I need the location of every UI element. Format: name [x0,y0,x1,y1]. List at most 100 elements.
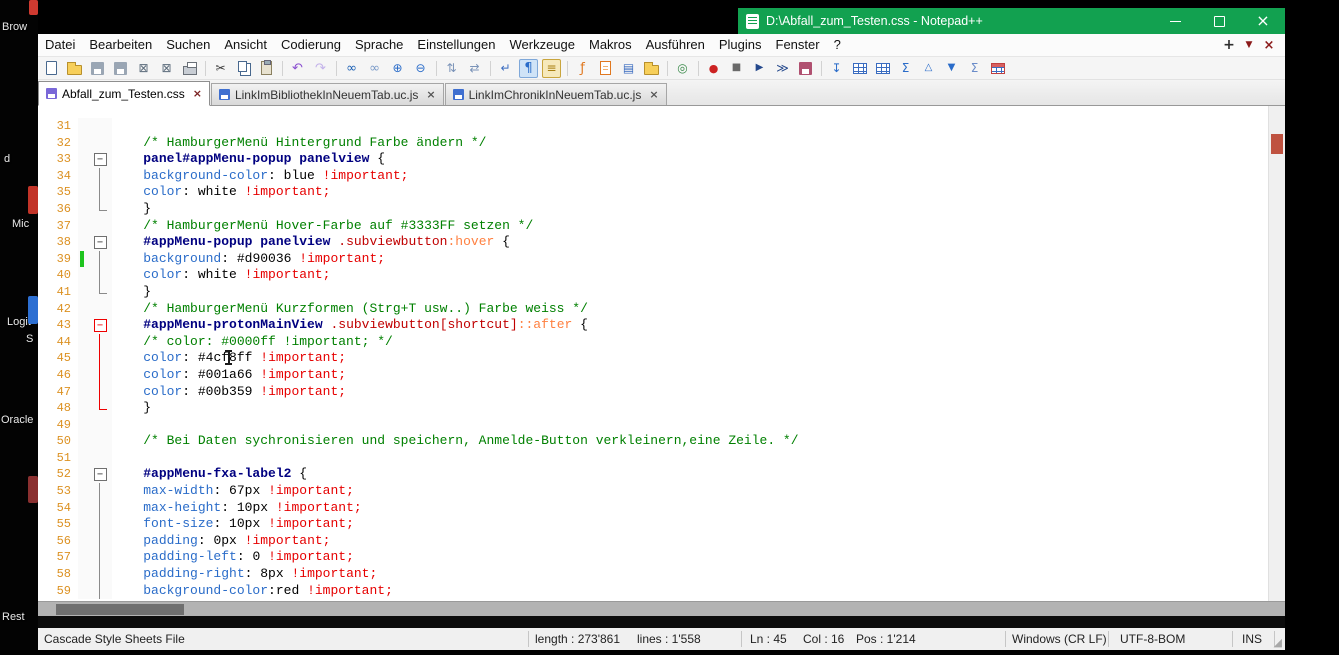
save-icon[interactable] [88,59,107,78]
menu-item-bearbeiten[interactable]: Bearbeiten [82,34,159,56]
change-marker-margin [78,184,88,201]
fold-toggle-icon[interactable]: − [94,153,107,166]
menu-bar: DateiBearbeitenSuchenAnsichtCodierungSpr… [38,34,1285,57]
toolbar-separator [698,61,699,76]
menu-item-ausfhren[interactable]: Ausführen [639,34,712,56]
plugin-table-lines-icon[interactable] [873,59,892,78]
fold-toggle-icon[interactable]: − [94,319,107,332]
replace-icon[interactable]: ∞ [365,59,384,78]
print-icon[interactable] [180,59,199,78]
line-number: 53 [38,483,78,500]
plugin-grid-red-icon[interactable] [988,59,1007,78]
editor[interactable]: 3132 /* HamburgerMenü Hintergrund Farbe … [38,106,1285,601]
status-insert-mode[interactable]: INS [1242,628,1262,650]
tab-close-icon[interactable]: × [649,88,658,101]
maximize-button[interactable] [1197,8,1241,34]
change-marker-margin [78,118,88,135]
desktop-icon-fragment[interactable] [28,476,38,503]
zoom-out-icon[interactable]: ⊖ [411,59,430,78]
play-macro-icon[interactable]: ▶ [750,59,769,78]
close-file-icon[interactable]: ⊠ [134,59,153,78]
code-text: background-color:red !important; [112,583,393,600]
desktop-icon-fragment[interactable] [29,0,38,15]
menu-item-fenster[interactable]: Fenster [769,34,827,56]
plugin-sum-icon[interactable]: Σ [896,59,915,78]
fold-margin [88,384,112,401]
line-number: 34 [38,168,78,185]
plugin-sort-asc-icon[interactable]: △ [919,59,938,78]
open-file-icon[interactable] [65,59,84,78]
menu-item-help[interactable]: ? [827,34,848,56]
menu-item-plugins[interactable]: Plugins [712,34,769,56]
find-icon[interactable]: ∞ [342,59,361,78]
status-eol[interactable]: Windows (CR LF) [1012,628,1107,650]
close-all-files-icon[interactable]: ⊠ [157,59,176,78]
document-map-icon[interactable] [596,59,615,78]
fold-margin [88,251,112,268]
menu-item-suchen[interactable]: Suchen [159,34,217,56]
vertical-scrollbar[interactable] [1268,106,1285,601]
menubar-right: +▼× [1219,34,1279,56]
close-button[interactable] [1241,8,1285,34]
cut-icon[interactable]: ✂ [211,59,230,78]
fold-margin [88,301,112,318]
stop-recording-icon[interactable]: ■ [727,59,746,78]
show-all-characters-icon[interactable]: ¶ [519,59,538,78]
menu-item-einstellungen[interactable]: Einstellungen [410,34,502,56]
save-all-icon[interactable] [111,59,130,78]
record-macro-icon[interactable]: ● [704,59,723,78]
minimize-button[interactable] [1153,8,1197,34]
run-macro-multiple-icon[interactable]: ≫ [773,59,792,78]
resize-grip[interactable] [1274,637,1282,648]
tab-abfall-zum-testen-css[interactable]: Abfall_zum_Testen.css× [38,81,210,106]
plugin-sum-line-icon[interactable]: Σ [965,59,984,78]
document-list-icon[interactable]: ▤ [619,59,638,78]
tab-linkimchronikinneuemtab-uc-js[interactable]: LinkImChronikInNeuemTab.uc.js× [445,83,667,105]
desktop-icon-label: S [26,333,33,345]
tab-close-icon[interactable]: × [193,87,202,100]
menu-item-ansicht[interactable]: Ansicht [217,34,274,56]
change-marker-margin [78,500,88,517]
desktop-icon-fragment[interactable] [28,296,38,324]
sync-horizontal-icon[interactable]: ⇄ [465,59,484,78]
fold-toggle-icon[interactable]: − [94,468,107,481]
fold-margin [88,433,112,450]
folder-as-workspace-icon[interactable] [642,59,661,78]
zoom-in-icon[interactable]: ⊕ [388,59,407,78]
fold-toggle-icon[interactable]: − [94,236,107,249]
new-tab-button[interactable]: + [1219,37,1239,53]
menu-item-werkzeuge[interactable]: Werkzeuge [502,34,582,56]
code-line: 37 /* HamburgerMenü Hover-Farbe auf #333… [38,218,1285,235]
monitoring-icon[interactable]: ◎ [673,59,692,78]
tab-linkimbibliothekinneuemtab-uc-js[interactable]: LinkImBibliothekInNeuemTab.uc.js× [211,83,444,105]
word-wrap-icon[interactable]: ↵ [496,59,515,78]
copy-icon[interactable] [234,59,253,78]
horizontal-scrollbar-thumb[interactable] [56,604,184,615]
menu-item-datei[interactable]: Datei [38,34,82,56]
plugin-sort-desc-icon[interactable]: ▼ [942,59,961,78]
sync-vertical-icon[interactable]: ⇅ [442,59,461,78]
new-file-icon[interactable] [42,59,61,78]
vertical-scrollbar-thumb[interactable] [1271,134,1283,154]
horizontal-scrollbar[interactable] [38,601,1285,616]
paste-icon[interactable] [257,59,276,78]
code-line: 58 padding-right: 8px !important; [38,566,1285,583]
plugin-import-icon[interactable]: ↧ [827,59,846,78]
fold-margin [88,201,112,218]
tab-list-button[interactable]: ▼ [1239,40,1259,50]
plugin-table-icon[interactable] [850,59,869,78]
tab-close-icon[interactable]: × [426,88,435,101]
close-document-button[interactable]: × [1259,38,1279,53]
save-macro-icon[interactable] [796,59,815,78]
indent-guide-icon[interactable]: ≡ [542,59,561,78]
code-text: } [112,201,151,218]
desktop-icon-fragment[interactable] [28,186,38,214]
function-list-icon[interactable]: ƒ [573,59,592,78]
redo-icon[interactable]: ↷ [311,59,330,78]
undo-icon[interactable]: ↶ [288,59,307,78]
menu-item-makros[interactable]: Makros [582,34,639,56]
status-encoding[interactable]: UTF-8-BOM [1120,628,1185,650]
code-text: max-width: 67px !important; [112,483,354,500]
menu-item-codierung[interactable]: Codierung [274,34,348,56]
menu-item-sprache[interactable]: Sprache [348,34,410,56]
